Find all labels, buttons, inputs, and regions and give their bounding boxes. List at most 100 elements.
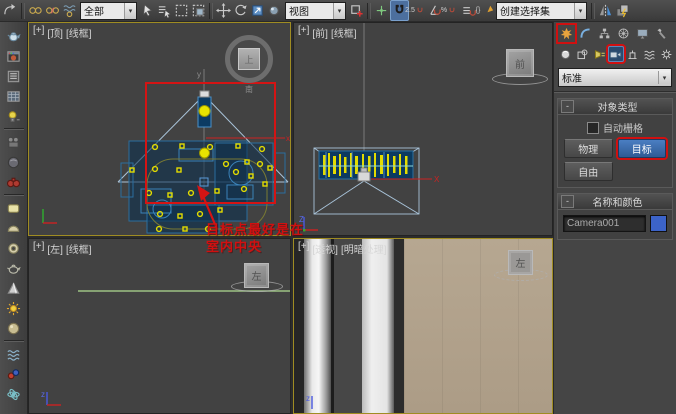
- viewcube[interactable]: 前: [506, 49, 534, 77]
- cone-icon[interactable]: [2, 278, 26, 298]
- wire-teapot-icon[interactable]: [2, 258, 26, 278]
- viewport-menu-shading[interactable]: [线框]: [331, 25, 357, 40]
- spreadsheet-icon[interactable]: [2, 86, 26, 106]
- name-color-title: 名称和颜色: [577, 194, 672, 209]
- ring-icon[interactable]: [2, 238, 26, 258]
- collapse-icon[interactable]: -: [561, 195, 574, 208]
- molecule-icon[interactable]: [2, 364, 26, 384]
- reference-coordinate-dropdown[interactable]: 视图 ▾: [285, 2, 346, 20]
- object-name-input[interactable]: Camera001: [563, 215, 646, 232]
- align-icon[interactable]: [614, 1, 631, 20]
- viewcube-south-label: 南: [225, 84, 273, 95]
- geometry-category-icon[interactable]: [558, 46, 574, 62]
- viewport-menu-view[interactable]: [顶]: [47, 25, 63, 40]
- select-and-move-icon[interactable]: [215, 1, 232, 20]
- viewcube-face-label: 左: [516, 255, 526, 270]
- select-and-scale-icon[interactable]: [249, 1, 266, 20]
- selection-filter-value: 全部: [84, 3, 104, 18]
- window-crossing-icon[interactable]: [190, 1, 207, 20]
- selection-filter-dropdown[interactable]: 全部 ▾: [80, 2, 137, 20]
- select-and-rotate-icon[interactable]: [232, 1, 249, 20]
- object-type-title: 对象类型: [577, 99, 672, 114]
- viewport-perspective-label: [+] [透视] [明暗处理]: [298, 241, 387, 256]
- viewport-top[interactable]: [+] [顶] [线框] y: [28, 22, 291, 236]
- space-warps-category-icon[interactable]: [642, 46, 658, 62]
- select-by-name-icon[interactable]: [156, 1, 173, 20]
- light-bulb-icon[interactable]: [2, 106, 26, 126]
- hierarchy-tab-icon[interactable]: [596, 25, 613, 42]
- utilities-tab-icon[interactable]: [653, 25, 670, 42]
- select-and-link-icon[interactable]: [27, 1, 44, 20]
- display-tab-icon[interactable]: [634, 25, 651, 42]
- target-camera-button[interactable]: 目标: [618, 139, 667, 158]
- viewport-menu-view[interactable]: [前]: [312, 25, 328, 40]
- redo-arrow-icon[interactable]: [2, 1, 19, 20]
- modify-tab-icon[interactable]: [577, 25, 594, 42]
- teapot-icon[interactable]: [2, 26, 26, 46]
- mirror-icon[interactable]: [597, 1, 614, 20]
- viewport-menu-view[interactable]: [透视]: [312, 241, 338, 256]
- viewport-menu-plus[interactable]: [+]: [33, 25, 44, 40]
- viewcube-top-face[interactable]: 上: [238, 48, 260, 70]
- bind-to-spacewarp-icon[interactable]: [61, 1, 78, 20]
- viewport-menu-shading[interactable]: [明暗处理]: [341, 241, 387, 256]
- helpers-category-icon[interactable]: [625, 46, 641, 62]
- unlink-selection-icon[interactable]: [44, 1, 61, 20]
- axis-tripod: z: [41, 390, 61, 405]
- object-type-rollout-header[interactable]: - 对象类型: [558, 99, 672, 115]
- list-panel-icon[interactable]: [2, 66, 26, 86]
- viewport-front-label: [+] [前] [线框]: [298, 25, 357, 40]
- use-pivot-center-icon[interactable]: [348, 1, 365, 20]
- viewcube-compass[interactable]: 上: [225, 35, 273, 83]
- create-categories: [554, 43, 676, 64]
- rounded-box-icon[interactable]: [2, 198, 26, 218]
- collapse-icon[interactable]: -: [561, 100, 574, 113]
- select-object-icon[interactable]: [139, 1, 156, 20]
- snap-25-icon[interactable]: 2.5: [409, 1, 426, 20]
- dome-icon[interactable]: [2, 218, 26, 238]
- sun-icon[interactable]: [2, 298, 26, 318]
- named-selection-set-dropdown[interactable]: 创建选择集 ▾: [496, 2, 587, 20]
- reference-coordinate-icon[interactable]: [266, 1, 283, 20]
- lights-category-icon[interactable]: [591, 46, 607, 62]
- main-toolbar: 全部 ▾ 视图 ▾ 2.5 % {} 创建选择集 ▾: [0, 0, 676, 22]
- named-selection-set-value: 创建选择集: [500, 3, 550, 18]
- physical-camera-button[interactable]: 物理: [564, 139, 613, 158]
- film-camera-icon[interactable]: [2, 132, 26, 152]
- autogrid-row: 自动栅格: [562, 120, 668, 135]
- viewport-menu-shading[interactable]: [线框]: [66, 241, 92, 256]
- keyboard-override-icon[interactable]: {}: [477, 1, 494, 20]
- percent-snap-icon[interactable]: %: [443, 1, 460, 20]
- systems-category-icon[interactable]: [658, 46, 674, 62]
- sphere-icon[interactable]: [2, 318, 26, 338]
- object-color-swatch[interactable]: [650, 215, 667, 232]
- viewport-menu-view[interactable]: [左]: [47, 241, 63, 256]
- autogrid-checkbox[interactable]: [587, 122, 599, 134]
- render-window-icon[interactable]: [2, 46, 26, 66]
- viewport-menu-plus[interactable]: [+]: [298, 25, 309, 40]
- viewport-menu-shading[interactable]: [线框]: [66, 25, 92, 40]
- svg-text:z: z: [306, 394, 310, 403]
- viewcube[interactable]: 左: [508, 250, 533, 275]
- name-color-rollout: - 名称和颜色 Camera001: [557, 193, 673, 240]
- create-tab-icon[interactable]: [558, 25, 575, 42]
- rect-region-icon[interactable]: [173, 1, 190, 20]
- viewport-menu-plus[interactable]: [+]: [298, 241, 309, 256]
- waves-icon[interactable]: [2, 344, 26, 364]
- viewport-front[interactable]: [+] [前] [线框]: [293, 22, 553, 236]
- spinner-snap-icon[interactable]: [460, 1, 477, 20]
- viewport-left[interactable]: [+] [左] [线框] z 左: [28, 238, 291, 414]
- free-camera-button[interactable]: 自由: [564, 162, 613, 181]
- camera-type-dropdown[interactable]: 标准 ▾: [558, 68, 672, 87]
- binoculars-icon[interactable]: [2, 172, 26, 192]
- name-color-rollout-header[interactable]: - 名称和颜色: [558, 194, 672, 210]
- motion-tab-icon[interactable]: [615, 25, 632, 42]
- atom-icon[interactable]: [2, 384, 26, 404]
- viewcube[interactable]: 左: [244, 263, 269, 288]
- viewport-perspective[interactable]: [+] [透视] [明暗处理] z 左: [293, 238, 553, 414]
- select-and-manipulate-icon[interactable]: [373, 1, 390, 20]
- shaded-sphere-icon[interactable]: [2, 152, 26, 172]
- cameras-category-icon[interactable]: [608, 46, 624, 62]
- viewport-menu-plus[interactable]: [+]: [33, 241, 44, 256]
- shapes-category-icon[interactable]: [575, 46, 591, 62]
